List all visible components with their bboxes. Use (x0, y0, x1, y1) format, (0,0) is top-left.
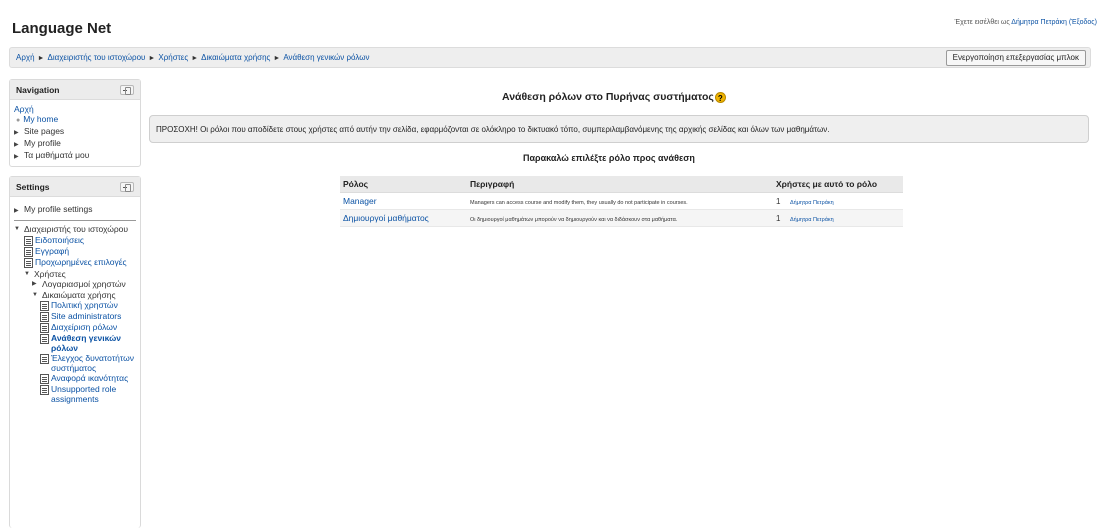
settings-site-admin[interactable]: Διαχειριστής του ιστοχώρου (24, 224, 128, 235)
settings-block-title: Settings (16, 182, 50, 192)
logout-link[interactable]: (Έξοδος) (1069, 19, 1097, 26)
role-holder-link[interactable]: Δήμητρα Πετράκη (790, 200, 834, 206)
expand-arrow-icon[interactable]: ▶ (14, 128, 24, 138)
settings-advanced-features-link[interactable]: Προχωρημένες επιλογές (35, 257, 127, 268)
settings-notifications-link[interactable]: Ειδοποιήσεις (35, 235, 84, 246)
nav-home-link[interactable]: Αρχή (14, 104, 34, 114)
settings-define-roles-link[interactable]: Διαχείριση ρόλων (51, 322, 117, 333)
settings-page-icon (40, 354, 49, 364)
navigation-block: Navigation Αρχή ● My home ▶ Site pages ▶ My… (9, 79, 141, 167)
settings-page-icon (40, 334, 49, 344)
breadcrumb: Αρχή ► Διαχειριστής του ιστοχώρου ► Χρήστες ►… (16, 53, 369, 62)
login-user-link[interactable]: Δήμητρα Πετράκη (1011, 19, 1067, 26)
table-row: Δημιουργοί μαθήματος Οι δημιουργοί μαθημ… (340, 209, 903, 227)
expand-arrow-icon[interactable]: ▶ (14, 206, 24, 216)
breadcrumb-users[interactable]: Χρήστες (158, 53, 188, 62)
settings-accounts[interactable]: Λογαριασμοί χρηστών (42, 279, 126, 290)
divider (14, 220, 136, 221)
select-role-heading: Παρακαλώ επιλέξτε ρόλο προς ανάθεση (523, 153, 695, 163)
help-icon[interactable]: ? (714, 92, 726, 103)
settings-page-icon (24, 257, 33, 268)
nav-my-profile[interactable]: My profile (24, 138, 61, 148)
settings-page-icon (24, 246, 33, 257)
settings-page-icon (40, 301, 49, 311)
settings-users[interactable]: Χρήστες (34, 269, 66, 280)
table-header-row: Ρόλος Περιγραφή Χρήστες με αυτό το ρόλο (340, 176, 903, 193)
page-title: Ανάθεση ρόλων στο Πυρήνας συστήματος? (502, 91, 726, 103)
role-user-count: 1 (776, 213, 781, 223)
settings-page-icon (40, 323, 49, 333)
navigation-block-header: Navigation (10, 80, 140, 100)
role-holder-link[interactable]: Δήμητρα Πετράκη (790, 217, 834, 223)
breadcrumb-separator: ► (273, 55, 281, 62)
dock-toggle-icon[interactable] (120, 182, 134, 192)
settings-block: Settings ▶ My profile settings ▼ Διαχειρισ… (9, 176, 141, 528)
breadcrumb-site-admin[interactable]: Διαχειριστής του ιστοχώρου (47, 53, 145, 62)
table-row: Manager Managers can access course and m… (340, 192, 903, 210)
navbar: Αρχή ► Διαχειριστής του ιστοχώρου ► Χρήστες ►… (9, 47, 1091, 68)
settings-block-header: Settings (10, 177, 140, 197)
settings-assign-system-roles-current[interactable]: Ανάθεση γενικών ρόλων (51, 333, 136, 353)
settings-registration-link[interactable]: Εγγραφή (35, 246, 69, 257)
breadcrumb-separator: ► (37, 55, 45, 62)
role-user-count: 1 (776, 196, 781, 206)
role-description: Managers can access course and modify th… (470, 199, 688, 206)
breadcrumb-home[interactable]: Αρχή (16, 53, 35, 62)
page-title-text: Ανάθεση ρόλων στο Πυρήνας συστήματος (502, 91, 714, 103)
settings-capability-report-link[interactable]: Αναφορά ικανότητας (51, 373, 128, 384)
role-link-course-creator[interactable]: Δημιουργοί μαθήματος (343, 213, 429, 223)
login-info: Έχετε εισέλθει ως Δήμητρα Πετράκη (Έξοδο… (955, 19, 1097, 26)
settings-site-administrators-link[interactable]: Site administrators (51, 311, 121, 322)
role-link-manager[interactable]: Manager (343, 196, 377, 206)
login-prefix: Έχετε εισέλθει ως (954, 19, 1012, 26)
settings-my-profile[interactable]: My profile settings (24, 204, 93, 214)
expand-arrow-icon[interactable]: ▶ (32, 280, 42, 290)
settings-page-icon (40, 312, 49, 322)
collapse-arrow-icon[interactable]: ▼ (32, 291, 42, 301)
breadcrumb-separator: ► (191, 55, 199, 62)
nav-my-home-link[interactable]: My home (23, 114, 58, 124)
column-header-description: Περιγραφή (467, 176, 773, 193)
warning-notice: ΠΡΟΣΟΧΗ! Οι ρόλοι που αποδίδετε στους χρ… (149, 115, 1089, 143)
site-title: Language Net (12, 20, 112, 37)
nav-my-courses[interactable]: Τα μαθήματά μου (24, 150, 89, 160)
settings-check-permissions-link[interactable]: Έλεγχος δυνατοτήτων συστήματος (51, 353, 136, 373)
settings-page-icon (40, 374, 49, 384)
settings-unsupported-roles-link[interactable]: Unsupported role assignments (51, 384, 136, 404)
nav-site-pages[interactable]: Site pages (24, 126, 64, 136)
column-header-role: Ρόλος (340, 176, 467, 193)
settings-page-icon (40, 385, 49, 395)
role-description: Οι δημιουργοί μαθημάτων μπορούν να δημιο… (470, 216, 678, 223)
breadcrumb-assign-system-roles[interactable]: Ανάθεση γενικών ρόλων (283, 53, 369, 62)
bullet-icon: ● (16, 117, 21, 124)
expand-arrow-icon[interactable]: ▶ (14, 152, 24, 162)
settings-page-icon (24, 235, 33, 246)
settings-permissions[interactable]: Δικαιώματα χρήσης (42, 290, 116, 301)
dock-toggle-icon[interactable] (120, 85, 134, 95)
breadcrumb-separator: ► (148, 55, 156, 62)
collapse-arrow-icon[interactable]: ▼ (24, 270, 34, 280)
navigation-block-title: Navigation (16, 85, 60, 95)
settings-user-policies-link[interactable]: Πολιτική χρηστών (51, 300, 118, 311)
roles-table: Ρόλος Περιγραφή Χρήστες με αυτό το ρόλο … (340, 176, 903, 227)
expand-arrow-icon[interactable]: ▶ (14, 140, 24, 150)
breadcrumb-permissions[interactable]: Δικαιώματα χρήσης (201, 53, 270, 62)
collapse-arrow-icon[interactable]: ▼ (14, 225, 24, 235)
turn-editing-on-button[interactable]: Ενεργοποίηση επεξεργασίας μπλοκ (945, 50, 1086, 66)
column-header-users: Χρήστες με αυτό το ρόλο (773, 176, 903, 193)
